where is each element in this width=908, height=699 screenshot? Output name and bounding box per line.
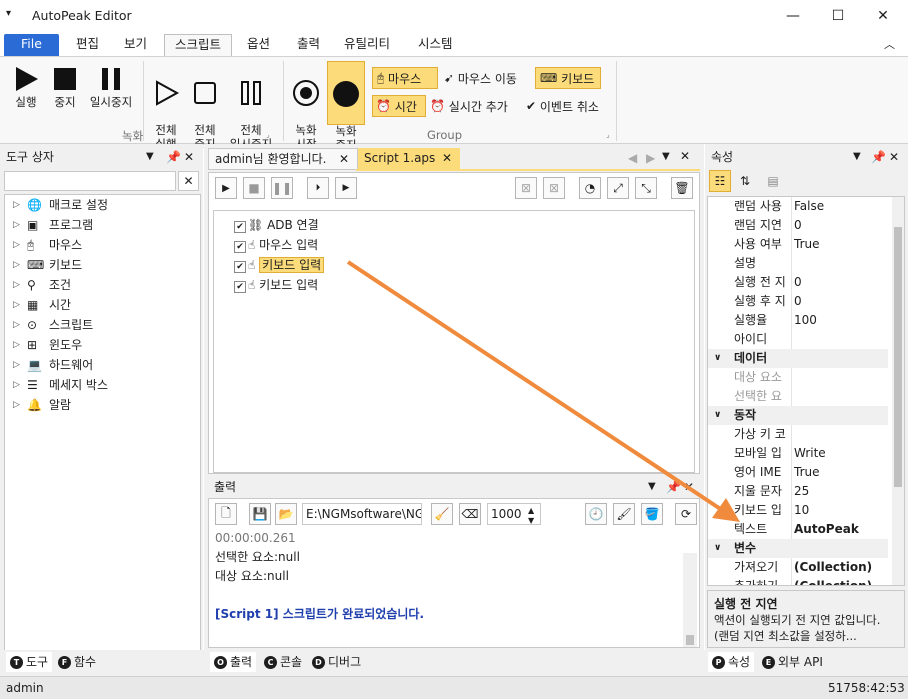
tab-properties[interactable]: P 속성 xyxy=(708,652,755,672)
tab-console-label: 콘솔 xyxy=(280,655,303,669)
status-user: admin xyxy=(6,681,44,695)
tab-output[interactable]: O 출력 xyxy=(210,652,257,672)
annotation-arrow xyxy=(346,260,740,522)
tab-console[interactable]: C 콘솔 xyxy=(264,652,302,672)
tab-debugger-label: 디버그 xyxy=(328,655,362,669)
tab-tools[interactable]: T 도구 xyxy=(6,652,53,672)
tab-tools-label: 도구 xyxy=(26,655,49,669)
tab-functions-label: 함수 xyxy=(74,655,97,669)
status-bar: admin 51758:42:53 xyxy=(0,676,908,699)
tab-external-api-label: 외부 API xyxy=(778,655,823,669)
status-clock: 51758:42:53 xyxy=(828,681,905,695)
tab-functions[interactable]: F 함수 xyxy=(58,652,96,672)
tab-external-api[interactable]: E 외부 API xyxy=(762,652,823,672)
tab-properties-label: 속성 xyxy=(728,655,751,669)
tab-output-label: 출력 xyxy=(230,655,253,669)
tab-debugger[interactable]: D 디버그 xyxy=(312,652,361,672)
